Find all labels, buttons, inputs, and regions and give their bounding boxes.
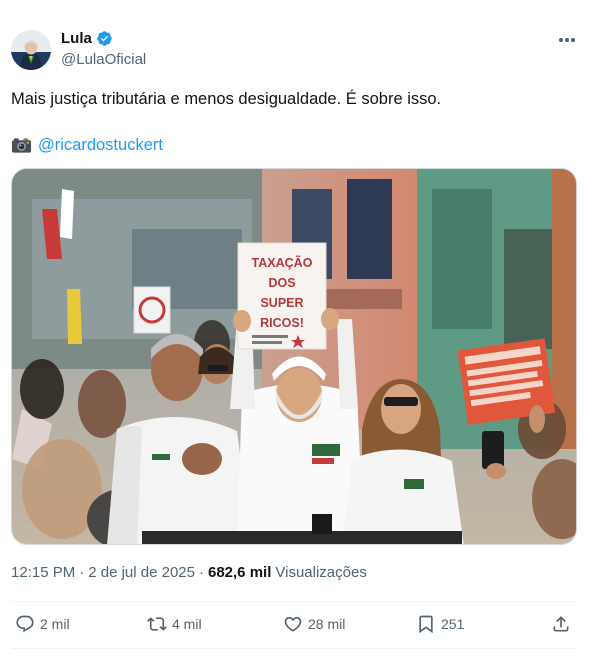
bookmark-count: 251	[441, 616, 465, 632]
views-count: 682,6 mil	[207, 564, 272, 581]
tweet-meta: 12:15 PM · 2 de jul de 2025 · 682,6 mil …	[11, 564, 367, 581]
share-button[interactable]	[551, 614, 571, 634]
reply-icon	[16, 615, 34, 633]
bookmark-icon	[419, 615, 433, 634]
camera-icon	[11, 138, 32, 153]
repost-count: 4 mil	[172, 616, 202, 632]
tweet-text: Mais justiça tributária e menos desigual…	[11, 90, 442, 108]
meta-separator: ·	[79, 564, 85, 581]
divider-top	[11, 601, 577, 602]
author-handle[interactable]: @LulaOficial	[61, 51, 146, 68]
sign-line-2: DOS	[268, 276, 295, 290]
tweet-time[interactable]: 12:15 PM	[11, 564, 75, 581]
credit-mention-link[interactable]: @ricardostuckert	[38, 134, 163, 156]
tweet-photo[interactable]: TAXAÇÃO DOS SUPER RICOS!	[11, 168, 577, 545]
avatar-photo-icon	[11, 30, 51, 70]
sign-line-1: TAXAÇÃO	[252, 255, 313, 270]
bookmark-button[interactable]: 251	[416, 614, 464, 634]
author-name-row: Lula	[61, 30, 113, 47]
views-label: Visualizações	[275, 564, 367, 581]
share-icon	[553, 616, 569, 632]
like-count: 28 mil	[308, 616, 346, 632]
action-bar: 2 mil 4 mil 28 mil 251	[11, 606, 577, 642]
like-button[interactable]: 28 mil	[283, 614, 345, 634]
repost-button[interactable]: 4 mil	[147, 614, 202, 634]
sign-line-4: RICOS!	[260, 316, 304, 330]
more-options-icon[interactable]	[556, 30, 578, 50]
avatar[interactable]	[11, 30, 51, 70]
heart-icon	[284, 616, 302, 632]
meta-separator-2: ·	[198, 564, 204, 581]
display-name[interactable]: Lula	[61, 30, 92, 47]
tweet-date[interactable]: 2 de jul de 2025	[88, 564, 195, 581]
repost-icon	[147, 617, 167, 631]
sign-line-3: SUPER	[260, 296, 303, 310]
photo-credit: @ricardostuckert	[11, 134, 163, 156]
verified-badge-icon	[97, 31, 112, 46]
divider-bottom	[11, 648, 577, 649]
rally-photo: TAXAÇÃO DOS SUPER RICOS!	[12, 169, 576, 544]
reply-button[interactable]: 2 mil	[15, 614, 70, 634]
tweet-card: Lula @LulaOficial Mais justiça tributári…	[0, 0, 597, 656]
reply-count: 2 mil	[40, 616, 70, 632]
